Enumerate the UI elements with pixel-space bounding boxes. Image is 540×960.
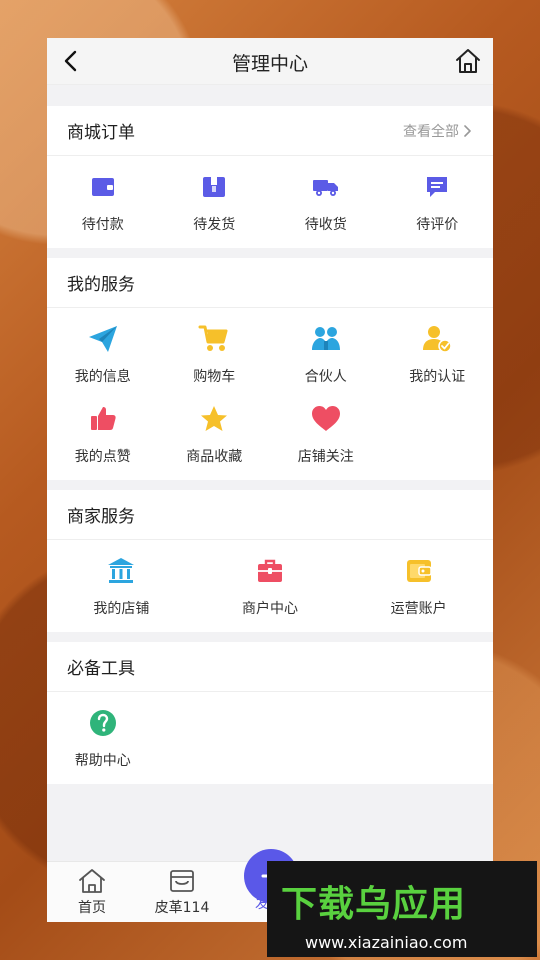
service-item-favorites[interactable]: 商品收藏 [159, 402, 271, 470]
tools-grid: 帮助中心 [47, 692, 493, 784]
orders-grid: 待付款 待发货 待收货 待评价 [47, 156, 493, 248]
service-label-cart: 购物车 [193, 369, 236, 385]
watermark-url: www.xiazainiao.com [305, 933, 468, 952]
market-icon [170, 870, 194, 892]
tool-item-help-center[interactable]: 帮助中心 [47, 706, 159, 774]
watermark-main-text: 下载乌应用 [281, 884, 467, 925]
merchant-title: 商家服务 [67, 507, 135, 527]
service-label-likes: 我的点赞 [74, 449, 131, 465]
services-title: 我的服务 [67, 275, 135, 295]
service-item-cart[interactable]: 购物车 [159, 322, 271, 390]
tool-label-help-center: 帮助中心 [74, 753, 131, 769]
top-gap [47, 84, 493, 106]
service-item-followed-shops[interactable]: 店铺关注 [270, 402, 382, 470]
store-icon [104, 554, 138, 588]
services-grid: 我的信息 购物车 合伙人 我的认证 我的点赞 商品收藏 店铺关注 [47, 308, 493, 480]
order-label-pending-review: 待评价 [416, 217, 459, 233]
order-item-pending-review[interactable]: 待评价 [382, 170, 494, 238]
nav-home[interactable]: 首页 [47, 862, 137, 917]
merchant-label-operating-account: 运营账户 [390, 601, 447, 617]
services-header: 我的服务 [47, 258, 493, 308]
phone-screen: 管理中心 商城订单 查看全部 待付款 待发货 待收货 待评价 我的服务 我的信息… [47, 38, 493, 922]
merchant-label-my-store: 我的店铺 [93, 601, 150, 617]
view-all-orders-link[interactable]: 查看全部 [403, 121, 473, 141]
thumbs-up-icon [86, 402, 120, 436]
chevron-right-icon [464, 124, 471, 137]
home-icon [456, 49, 480, 73]
merchant-section: 商家服务 我的店铺 商户中心 运营账户 [47, 490, 493, 632]
briefcase-icon [253, 554, 287, 588]
merchant-item-merchant-center[interactable]: 商户中心 [196, 554, 345, 622]
tools-section: 必备工具 帮助中心 [47, 642, 493, 784]
merchant-label-merchant-center: 商户中心 [241, 601, 298, 617]
home-button[interactable] [453, 46, 483, 76]
heart-icon [309, 402, 343, 436]
wallet-icon [86, 170, 120, 204]
merchant-grid: 我的店铺 商户中心 运营账户 [47, 540, 493, 632]
services-section: 我的服务 我的信息 购物车 合伙人 我的认证 我的点赞 商品收藏 店铺关注 [47, 258, 493, 480]
paper-plane-icon [86, 322, 120, 356]
order-label-pending-payment: 待付款 [81, 217, 124, 233]
cart-icon [197, 322, 231, 356]
service-label-partner: 合伙人 [304, 369, 347, 385]
order-label-pending-receive: 待收货 [304, 217, 347, 233]
merchant-header: 商家服务 [47, 490, 493, 540]
tools-title: 必备工具 [67, 659, 135, 679]
service-item-my-info[interactable]: 我的信息 [47, 322, 159, 390]
service-item-partner[interactable]: 合伙人 [270, 322, 382, 390]
orders-header: 商城订单 查看全部 [47, 106, 493, 156]
service-label-my-info: 我的信息 [74, 369, 131, 385]
view-all-label: 查看全部 [403, 123, 459, 140]
comment-icon [420, 170, 454, 204]
order-item-pending-receive[interactable]: 待收货 [270, 170, 382, 238]
partner-icon [309, 322, 343, 356]
orders-section: 商城订单 查看全部 待付款 待发货 待收货 待评价 [47, 106, 493, 248]
orders-title: 商城订单 [67, 123, 135, 143]
main-content: 商城订单 查看全部 待付款 待发货 待收货 待评价 我的服务 我的信息 购物车 … [47, 84, 493, 862]
top-bar: 管理中心 [47, 38, 493, 85]
merchant-item-my-store[interactable]: 我的店铺 [47, 554, 196, 622]
nav-market-label: 皮革114 [154, 900, 210, 916]
page-title: 管理中心 [231, 53, 308, 75]
home-icon [79, 869, 105, 893]
service-label-followed-shops: 店铺关注 [297, 449, 354, 465]
watermark: 下载乌应用 www.xiazainiao.com [267, 861, 537, 957]
package-icon [197, 170, 231, 204]
truck-icon [309, 170, 343, 204]
merchant-item-operating-account[interactable]: 运营账户 [344, 554, 493, 622]
tools-header: 必备工具 [47, 642, 493, 692]
order-item-pending-ship[interactable]: 待发货 [159, 170, 271, 238]
service-item-verification[interactable]: 我的认证 [382, 322, 494, 390]
service-label-verification: 我的认证 [409, 369, 466, 385]
nav-home-label: 首页 [78, 900, 106, 916]
verified-user-icon [420, 322, 454, 356]
star-icon [197, 402, 231, 436]
help-icon [86, 706, 120, 740]
order-item-pending-payment[interactable]: 待付款 [47, 170, 159, 238]
order-label-pending-ship: 待发货 [193, 217, 236, 233]
service-item-likes[interactable]: 我的点赞 [47, 402, 159, 470]
service-label-favorites: 商品收藏 [186, 449, 243, 465]
account-wallet-icon [402, 554, 436, 588]
nav-market[interactable]: 皮革114 [137, 862, 227, 917]
